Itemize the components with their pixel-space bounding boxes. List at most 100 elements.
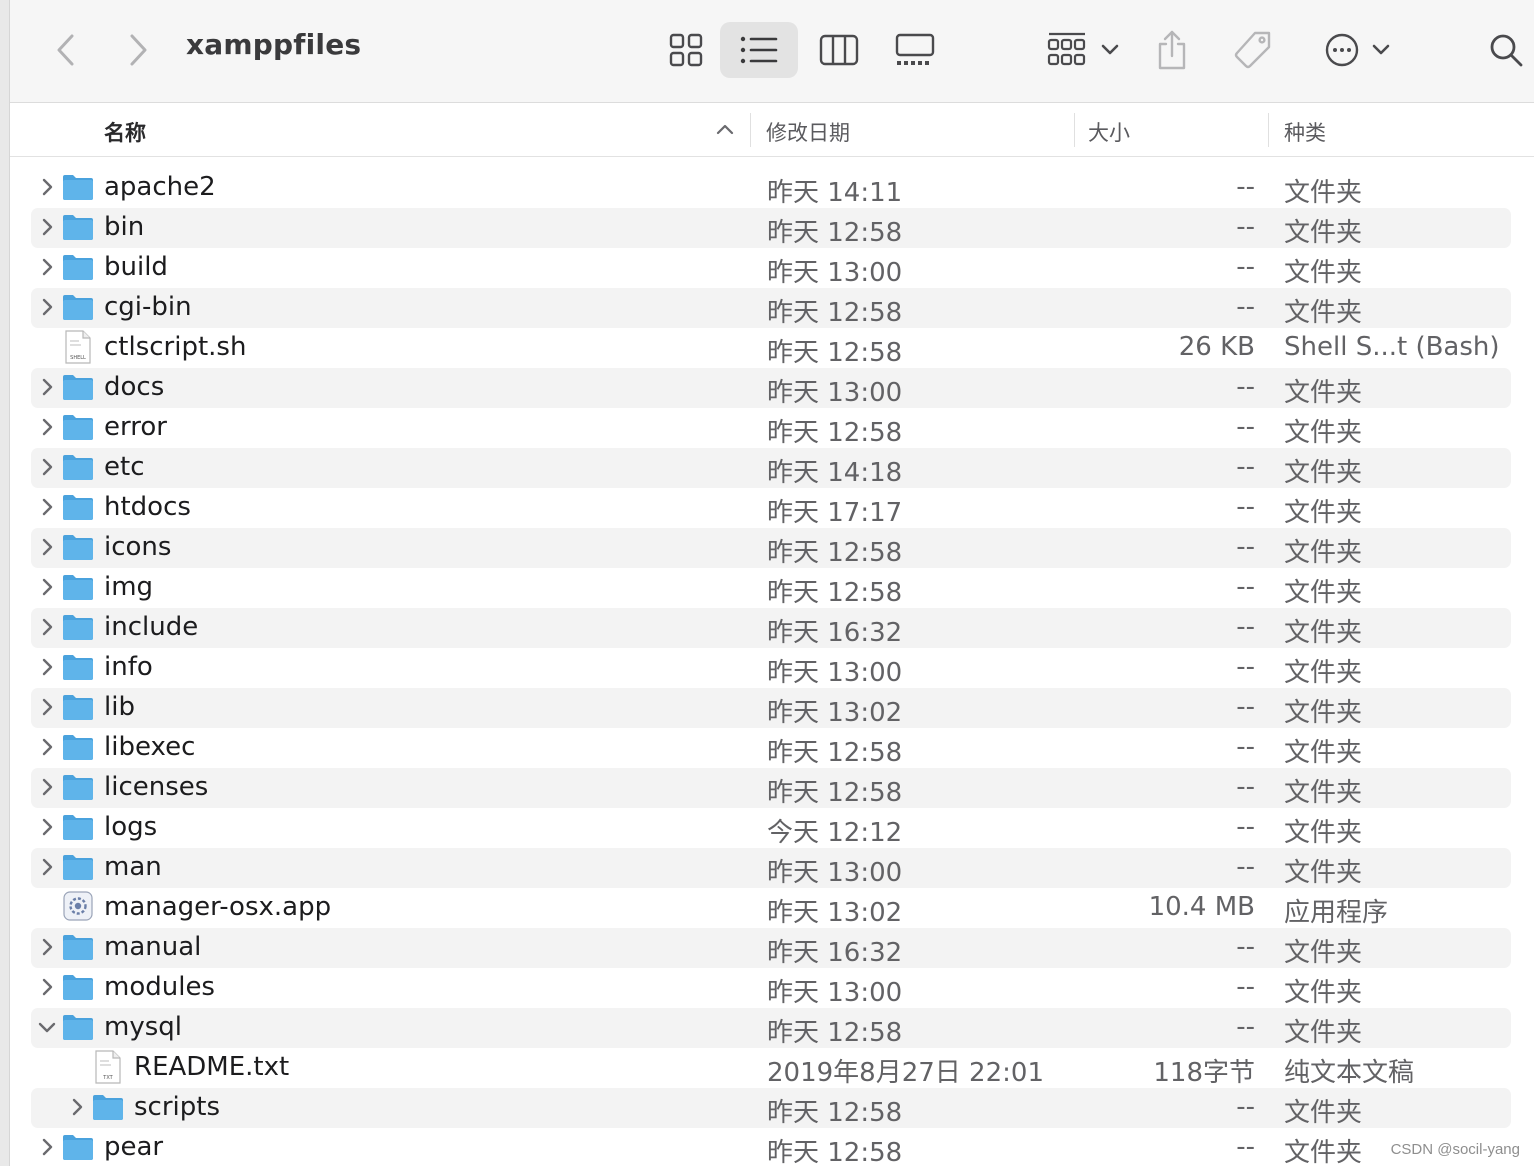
- disclosure-chevron-right-icon[interactable]: [36, 656, 58, 678]
- gallery-view-button[interactable]: [886, 22, 944, 78]
- disclosure-chevron-right-icon[interactable]: [36, 536, 58, 558]
- disclosure-chevron-right-icon[interactable]: [36, 976, 58, 998]
- share-button[interactable]: [1150, 22, 1194, 78]
- folder-icon: [62, 613, 94, 641]
- folder-icon: [62, 573, 94, 601]
- file-row[interactable]: modules 昨天 13:00 -- 文件夹: [0, 968, 1534, 1008]
- disclosure-chevron-right-icon[interactable]: [36, 416, 58, 438]
- file-name: cgi-bin: [104, 292, 192, 322]
- file-size: 118字节: [1153, 1058, 1255, 1088]
- file-row[interactable]: manager-osx.app 昨天 13:02 10.4 MB 应用程序: [0, 888, 1534, 928]
- disclosure-chevron-right-icon[interactable]: [36, 496, 58, 518]
- disclosure-chevron-right-icon[interactable]: [36, 296, 58, 318]
- file-row[interactable]: TXT README.txt 2019年8月27日 22:01 118字节 纯文本文稿: [0, 1048, 1534, 1088]
- disclosure-chevron-right-icon[interactable]: [66, 1096, 88, 1118]
- file-row[interactable]: include 昨天 16:32 -- 文件夹: [0, 608, 1534, 648]
- watermark: CSDN @socil-yang: [1390, 1141, 1520, 1158]
- file-row[interactable]: cgi-bin 昨天 12:58 -- 文件夹: [0, 288, 1534, 328]
- file-row[interactable]: img 昨天 12:58 -- 文件夹: [0, 568, 1534, 608]
- disclosure-chevron-right-icon[interactable]: [36, 696, 58, 718]
- svg-text:SHELL: SHELL: [70, 355, 86, 361]
- disclosure-chevron-right-icon[interactable]: [36, 456, 58, 478]
- disclosure-chevron-right-icon[interactable]: [36, 176, 58, 198]
- file-kind: Shell S...t (Bash): [1284, 332, 1500, 362]
- file-row[interactable]: htdocs 昨天 17:17 -- 文件夹: [0, 488, 1534, 528]
- disclosure-chevron-right-icon[interactable]: [36, 216, 58, 238]
- more-actions-button[interactable]: [1312, 22, 1402, 78]
- folder-icon: [62, 173, 94, 201]
- file-row[interactable]: build 昨天 13:00 -- 文件夹: [0, 248, 1534, 288]
- disclosure-chevron-right-icon[interactable]: [36, 816, 58, 838]
- search-button[interactable]: [1484, 22, 1528, 78]
- column-divider[interactable]: [1268, 113, 1269, 147]
- file-row[interactable]: apache2 昨天 14:11 -- 文件夹: [0, 168, 1534, 208]
- column-date-header[interactable]: 修改日期: [766, 117, 850, 147]
- chevron-left-icon: [57, 34, 74, 66]
- file-row[interactable]: icons 昨天 12:58 -- 文件夹: [0, 528, 1534, 568]
- tag-icon: [1234, 31, 1271, 69]
- column-divider[interactable]: [750, 113, 751, 147]
- file-name: scripts: [134, 1092, 220, 1122]
- file-name: etc: [104, 452, 145, 482]
- file-size: --: [1236, 972, 1255, 1002]
- file-row[interactable]: SHELL ctlscript.sh 昨天 12:58 26 KB Shell S...…: [0, 328, 1534, 368]
- forward-button[interactable]: [118, 22, 158, 78]
- column-divider[interactable]: [1074, 113, 1075, 147]
- modified-date: 昨天 12:58: [767, 538, 903, 568]
- file-row[interactable]: bin 昨天 12:58 -- 文件夹: [0, 208, 1534, 248]
- file-kind: 文件夹: [1284, 418, 1363, 448]
- column-size-header[interactable]: 大小: [1088, 117, 1130, 147]
- disclosure-chevron-right-icon[interactable]: [36, 376, 58, 398]
- file-row[interactable]: etc 昨天 14:18 -- 文件夹: [0, 448, 1534, 488]
- file-row[interactable]: lib 昨天 13:02 -- 文件夹: [0, 688, 1534, 728]
- file-row[interactable]: libexec 昨天 12:58 -- 文件夹: [0, 728, 1534, 768]
- file-size: --: [1236, 372, 1255, 402]
- group-by-button[interactable]: [1038, 22, 1128, 78]
- disclosure-chevron-right-icon[interactable]: [36, 936, 58, 958]
- disclosure-chevron-right-icon[interactable]: [36, 256, 58, 278]
- file-size: --: [1236, 212, 1255, 242]
- list-view-button[interactable]: [720, 22, 798, 78]
- column-name-header[interactable]: 名称: [104, 117, 146, 147]
- file-size: --: [1236, 612, 1255, 642]
- disclosure-chevron-right-icon[interactable]: [36, 576, 58, 598]
- disclosure-chevron-right-icon[interactable]: [36, 1136, 58, 1158]
- file-row[interactable]: manual 昨天 16:32 -- 文件夹: [0, 928, 1534, 968]
- shell-script-file-icon: SHELL: [64, 330, 92, 364]
- file-row[interactable]: mysql 昨天 12:58 -- 文件夹: [0, 1008, 1534, 1048]
- column-view-button[interactable]: [810, 22, 868, 78]
- file-name: libexec: [104, 732, 196, 762]
- file-name: include: [104, 612, 199, 642]
- file-size: --: [1236, 532, 1255, 562]
- folder-icon: [62, 373, 94, 401]
- file-size: 26 KB: [1178, 332, 1255, 362]
- folder-icon: [62, 973, 94, 1001]
- window-title: xamppfiles: [186, 28, 362, 61]
- disclosure-chevron-right-icon[interactable]: [36, 776, 58, 798]
- column-kind-header[interactable]: 种类: [1284, 117, 1326, 147]
- file-kind: 文件夹: [1284, 738, 1363, 768]
- file-row[interactable]: logs 今天 12:12 -- 文件夹: [0, 808, 1534, 848]
- disclosure-chevron-right-icon[interactable]: [36, 736, 58, 758]
- file-name: bin: [104, 212, 145, 242]
- back-button[interactable]: [46, 22, 86, 78]
- file-name: error: [104, 412, 167, 442]
- file-row[interactable]: scripts 昨天 12:58 -- 文件夹: [0, 1088, 1534, 1128]
- disclosure-chevron-right-icon[interactable]: [36, 856, 58, 878]
- file-kind: 文件夹: [1284, 578, 1363, 608]
- file-row[interactable]: pear 昨天 12:58 -- 文件夹: [0, 1128, 1534, 1166]
- chevron-down-icon: [1372, 44, 1390, 55]
- file-row[interactable]: licenses 昨天 12:58 -- 文件夹: [0, 768, 1534, 808]
- disclosure-chevron-down-icon[interactable]: [36, 1016, 58, 1038]
- file-name: htdocs: [104, 492, 191, 522]
- text-file-icon: TXT: [94, 1050, 122, 1084]
- icon-view-button[interactable]: [658, 22, 714, 78]
- disclosure-chevron-right-icon[interactable]: [36, 616, 58, 638]
- file-row[interactable]: man 昨天 13:00 -- 文件夹: [0, 848, 1534, 888]
- tag-button[interactable]: [1228, 22, 1278, 78]
- file-row[interactable]: docs 昨天 13:00 -- 文件夹: [0, 368, 1534, 408]
- file-size: --: [1236, 252, 1255, 282]
- folder-icon: [62, 413, 94, 441]
- file-row[interactable]: info 昨天 13:00 -- 文件夹: [0, 648, 1534, 688]
- file-row[interactable]: error 昨天 12:58 -- 文件夹: [0, 408, 1534, 448]
